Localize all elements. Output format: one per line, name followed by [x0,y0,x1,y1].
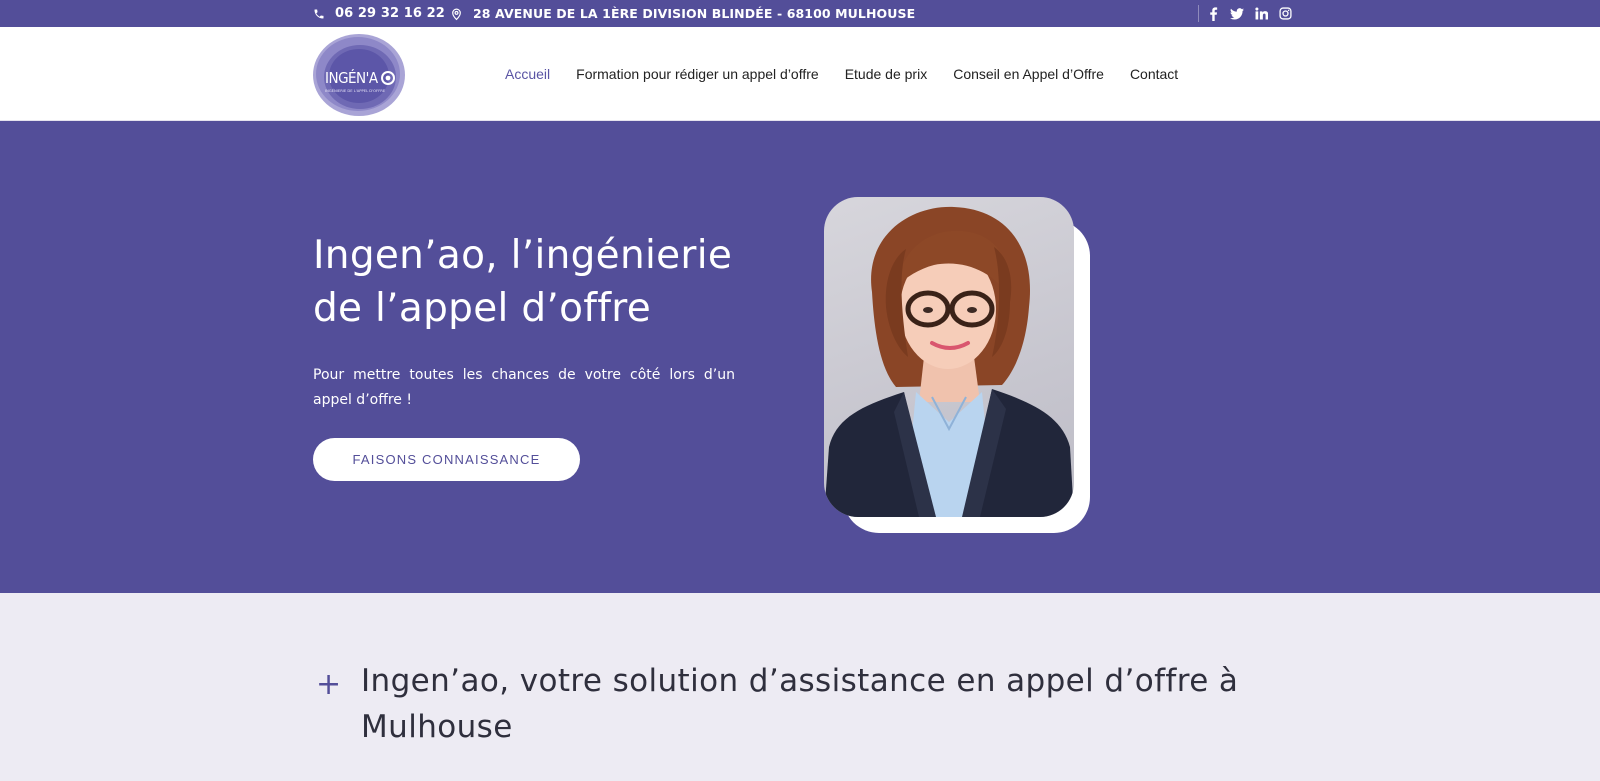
svg-text:INGÉNIERIE DE L'APPEL D'OFFRE: INGÉNIERIE DE L'APPEL D'OFFRE [325,88,386,93]
section-heading: Ingen’ao, votre solution d’assistance en… [361,663,1239,745]
nav-item-etude-de-prix[interactable]: Etude de prix [845,66,928,82]
phone-number: 06 29 32 16 22 [335,6,445,21]
hero-section: Ingen’ao, l’ingénierie de l’appel d’offr… [0,121,1600,593]
hero-title: Ingen’ao, l’ingénierie de l’appel d’offr… [313,233,733,331]
linkedin-icon[interactable] [1254,7,1268,21]
svg-text:INGÉN'A: INGÉN'A [325,68,379,87]
location-pin-icon [452,8,461,20]
nav-item-accueil[interactable]: Accueil [505,66,550,82]
top-bar: 06 29 32 16 22 28 AVENUE DE LA 1ÈRE DIVI… [0,0,1600,27]
site-header: INGÉN'A INGÉNIERIE DE L'APPEL D'OFFRE Ac… [0,27,1600,121]
hero-subtitle: Pour mettre toutes les chances de votre … [313,367,735,408]
site-logo[interactable]: INGÉN'A INGÉNIERIE DE L'APPEL D'OFFRE [313,32,407,116]
twitter-icon[interactable] [1230,7,1244,21]
intro-section: + Ingen’ao, votre solution d’assistance … [0,593,1600,781]
main-nav: Accueil Formation pour rédiger un appel … [505,27,1178,121]
address-text: 28 AVENUE DE LA 1ÈRE DIVISION BLINDÉE - … [473,6,916,21]
facebook-icon[interactable] [1206,6,1220,21]
address-contact: 28 AVENUE DE LA 1ÈRE DIVISION BLINDÉE - … [450,0,915,27]
nav-item-formation[interactable]: Formation pour rédiger un appel d’offre [576,66,819,82]
phone-icon [314,9,324,18]
phone-contact[interactable]: 06 29 32 16 22 [313,0,445,27]
plus-icon: + [316,667,342,702]
topbar-divider [1198,5,1199,22]
nav-item-contact[interactable]: Contact [1130,66,1178,82]
portrait-photo [824,197,1074,517]
instagram-icon[interactable] [1278,7,1292,21]
faisons-connaissance-button[interactable]: FAISONS CONNAISSANCE [313,438,580,481]
social-links [1206,0,1292,27]
nav-item-conseil[interactable]: Conseil en Appel d’Offre [953,66,1104,82]
